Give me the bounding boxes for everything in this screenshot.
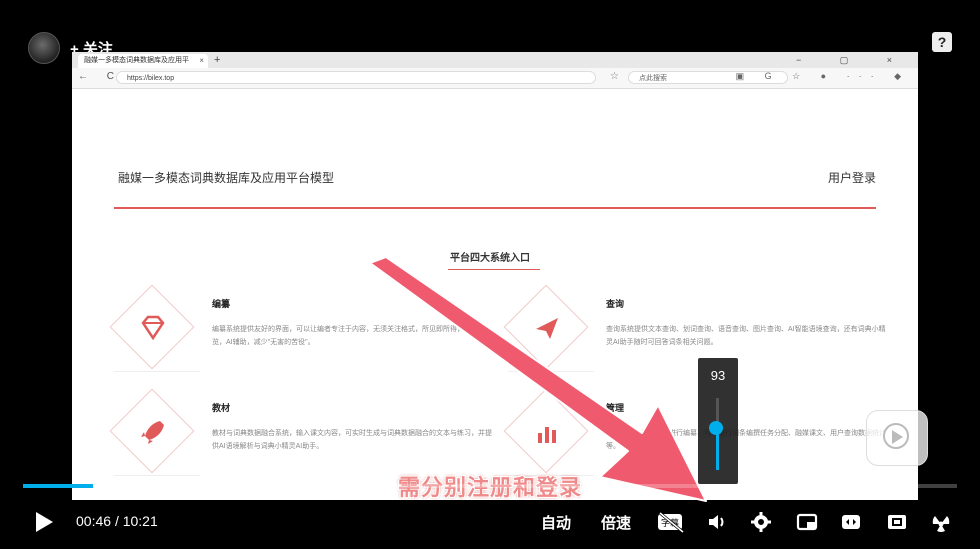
window-controls: − ▢ ×	[795, 55, 910, 65]
time-separator: /	[114, 513, 119, 529]
control-bar: 00:46 / 10:21 自动 倍速 字幕	[0, 500, 980, 544]
play-icon[interactable]	[36, 512, 53, 532]
pip-icon[interactable]	[796, 511, 818, 533]
card-underline	[114, 371, 200, 372]
speed-button[interactable]: 倍速	[601, 512, 631, 533]
mini-player-button[interactable]	[866, 410, 928, 466]
progress-bar[interactable]	[23, 484, 957, 488]
browser-tab: 融媒一多模态词典数据库及应用平 ×	[78, 54, 208, 68]
login-link: 用户登录	[827, 171, 876, 185]
duration: 10:21	[122, 513, 158, 529]
gem-icon	[141, 315, 165, 341]
tab-close-icon: ×	[199, 56, 204, 65]
quality-button[interactable]: 自动	[541, 512, 571, 533]
volume-popup: 93	[698, 358, 738, 484]
fullscreen-icon[interactable]	[930, 511, 952, 533]
rocket-icon	[141, 421, 164, 444]
avatar[interactable]	[28, 32, 60, 64]
web-fullscreen-icon[interactable]	[886, 511, 908, 533]
subtitle-off-icon[interactable]: 字幕	[656, 511, 686, 533]
url-field: https://bilex.top	[116, 71, 596, 84]
browser-extension-icons: ▣ G ☆ ● ··· ◆	[735, 71, 910, 81]
browser-tab-title: 融媒一多模态词典数据库及应用平	[84, 57, 189, 64]
favorite-star-icon: ☆	[610, 71, 619, 82]
settings-gear-icon[interactable]	[750, 511, 772, 533]
site-title: 融媒一多模态词典数据库及应用平台模型	[118, 171, 335, 185]
volume-icon[interactable]	[706, 511, 728, 533]
card-title: 教材	[212, 403, 231, 413]
progress-played	[23, 484, 94, 488]
video-player[interactable]: + 关注 ? 融媒一多模态词典数据库及应用平 × + − ▢ × ← C htt…	[0, 0, 980, 549]
help-icon[interactable]: ?	[932, 32, 952, 52]
browser-address-bar: ← C https://bilex.top ☆ 点此搜索 ▣ G ☆ ● ···…	[72, 68, 918, 89]
play-icon	[892, 430, 903, 444]
new-tab-icon: +	[214, 54, 221, 66]
widescreen-icon[interactable]	[840, 511, 862, 533]
volume-value: 93	[710, 368, 726, 383]
card-title: 编纂	[212, 299, 231, 309]
time-display: 00:46 / 10:21	[76, 513, 158, 529]
volume-knob[interactable]	[709, 421, 723, 436]
header-divider	[114, 207, 876, 209]
current-time: 00:46	[76, 513, 112, 529]
browser-tab-bar: 融媒一多模态词典数据库及应用平 × + − ▢ ×	[72, 52, 918, 68]
